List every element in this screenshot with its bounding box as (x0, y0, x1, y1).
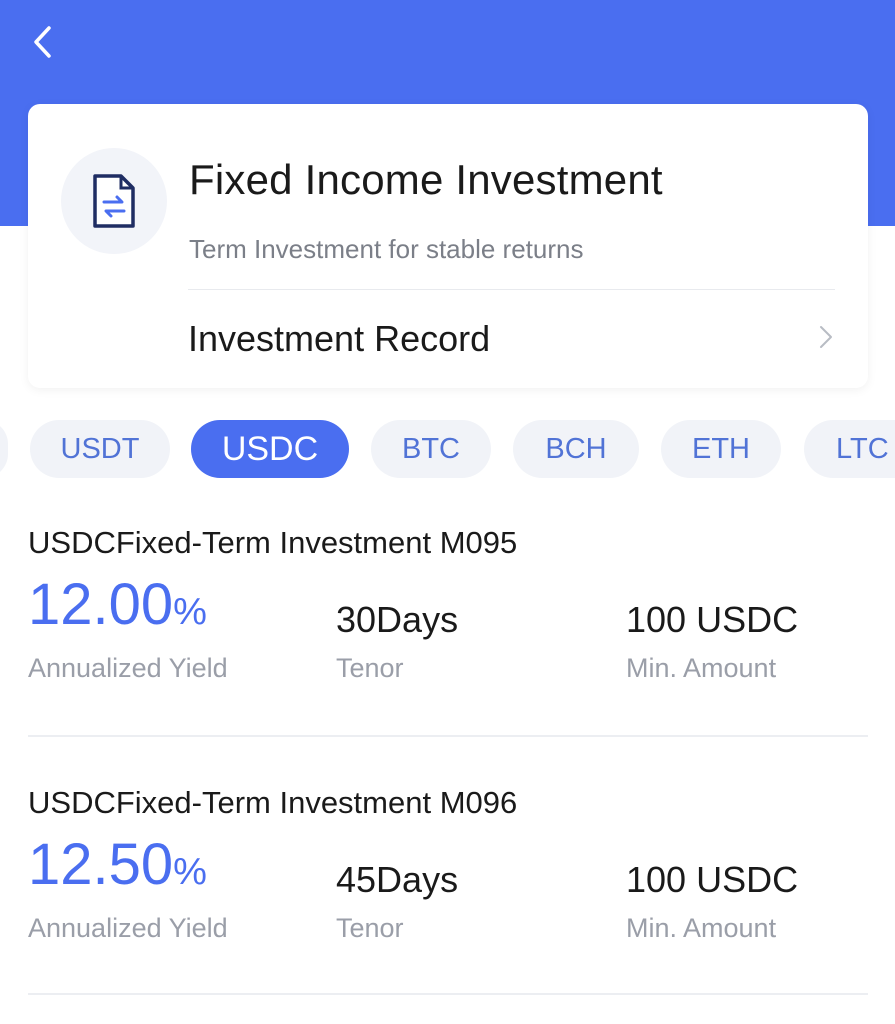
tenor-label: Tenor (336, 913, 404, 943)
product-name: USDCFixed-Term Investment M095 (28, 525, 518, 560)
annualized-yield-label: Annualized Yield (28, 913, 228, 943)
annualized-yield-value: 12.50% (28, 831, 207, 898)
tenor-number: 45 (336, 859, 377, 900)
tenor-value: 45Days (336, 859, 458, 901)
card-subtitle: Term Investment for stable returns (189, 234, 584, 264)
fixed-income-page: Fixed Income Investment Term Investment … (0, 0, 895, 1024)
card-title: Fixed Income Investment (189, 156, 663, 203)
investment-record-link[interactable]: Investment Record (188, 290, 835, 388)
tenor-number: 30 (336, 599, 377, 640)
currency-tabs: USDT USDC BTC BCH ETH LTC (0, 420, 895, 478)
chevron-left-icon (34, 26, 51, 58)
product-divider (28, 735, 868, 737)
chevron-right-icon (817, 322, 835, 357)
product-divider (28, 993, 868, 995)
product-item[interactable]: USDCFixed-Term Investment M096 12.50% An… (28, 785, 868, 1024)
annualized-yield-value: 12.00% (28, 571, 207, 638)
min-amount-value: 100 USDC (626, 599, 799, 640)
document-exchange-icon (93, 174, 135, 228)
tenor-label: Tenor (336, 653, 404, 683)
product-info-card: Fixed Income Investment Term Investment … (28, 104, 868, 388)
tenor-unit: Days (376, 599, 459, 640)
tenor-unit: Days (376, 859, 459, 900)
tab-eth[interactable]: ETH (661, 420, 781, 478)
yield-unit: % (173, 851, 207, 893)
investment-record-label: Investment Record (188, 318, 491, 359)
yield-number: 12.50 (28, 832, 174, 897)
min-amount-label: Min. Amount (626, 913, 777, 943)
product-item[interactable]: USDCFixed-Term Investment M095 12.00% An… (28, 525, 868, 785)
tenor-value: 30Days (336, 599, 458, 641)
product-name: USDCFixed-Term Investment M096 (28, 785, 518, 820)
tab-bch[interactable]: BCH (513, 420, 639, 478)
tab-usdt[interactable]: USDT (30, 420, 170, 478)
tab-usdc[interactable]: USDC (191, 420, 349, 478)
yield-number: 12.00 (28, 572, 174, 637)
min-amount-label: Min. Amount (626, 653, 777, 683)
card-icon-badge (61, 148, 167, 254)
tab-btc[interactable]: BTC (371, 420, 491, 478)
min-amount-value: 100 USDC (626, 859, 799, 900)
tab-ltc[interactable]: LTC (804, 420, 895, 478)
yield-unit: % (173, 591, 207, 633)
tab-partial-hidden[interactable] (0, 420, 8, 478)
back-button[interactable] (22, 22, 62, 62)
annualized-yield-label: Annualized Yield (28, 653, 228, 683)
